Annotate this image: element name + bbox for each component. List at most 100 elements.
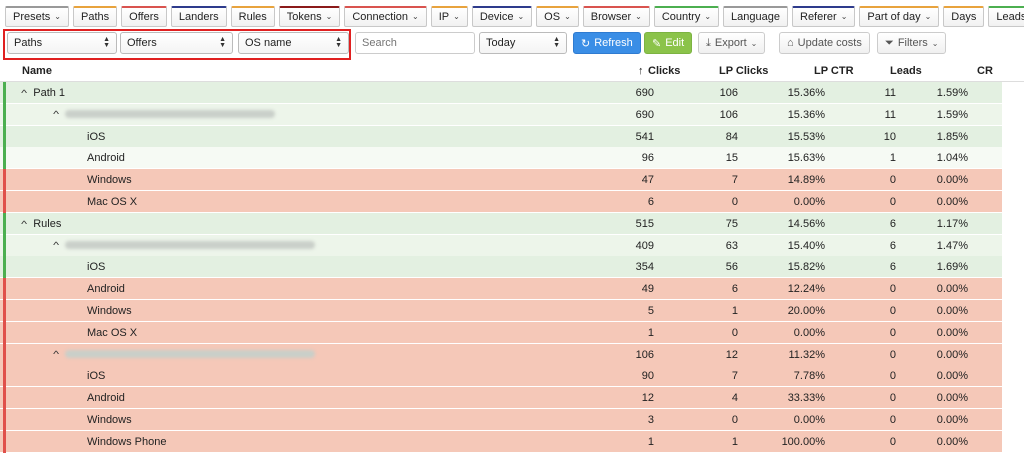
table-row[interactable]: Mac OS X 1 0 0.00% 0 0.00% xyxy=(0,321,1002,344)
cell-lp-ctr: 15.82% xyxy=(787,261,825,274)
row-name-text: Windows Phone xyxy=(87,435,167,448)
table-row[interactable]: Mac OS X 6 0 0.00% 0 0.00% xyxy=(0,191,1002,213)
cell-cr: 1.04% xyxy=(936,152,968,165)
tab-label: Browser xyxy=(590,10,632,23)
cell-clicks: 90 xyxy=(641,370,654,383)
table-row[interactable]: ^ 409 63 15.40% 6 1.47% xyxy=(0,234,1002,257)
table-row[interactable]: iOS 354 56 15.82% 6 1.69% xyxy=(0,256,1002,279)
collapse-chevron-icon[interactable]: ^ xyxy=(53,240,59,250)
pencil-icon: ✎ xyxy=(652,37,662,50)
cell-leads: 6 xyxy=(889,217,896,230)
tab-tokens[interactable]: Tokens ⌄ xyxy=(278,5,341,27)
row-name-text: Mac OS X xyxy=(87,326,138,339)
cell-lp-clicks: 56 xyxy=(725,261,738,274)
tab-rules[interactable]: Rules xyxy=(230,5,275,27)
table-row[interactable]: Windows 47 7 14.89% 0 0.00% xyxy=(0,169,1002,192)
cell-lp-clicks: 106 xyxy=(719,108,738,121)
tab-label: Tokens xyxy=(286,10,322,23)
row-status-bar xyxy=(3,365,6,388)
table-row[interactable]: Windows 5 1 20.00% 0 0.00% xyxy=(0,300,1002,322)
filters-button[interactable]: ⏷ Filters ⌄ xyxy=(877,32,947,54)
table-row[interactable]: ^ Path 1 690 106 15.36% 11 1.59% xyxy=(0,82,1002,104)
update-costs-button[interactable]: ⌂ Update costs xyxy=(779,32,870,54)
table-row[interactable]: ^ 106 12 11.32% 0 0.00% xyxy=(0,343,1002,366)
table-row[interactable]: Windows Phone 1 1 100.00% 0 0.00% xyxy=(0,430,1002,453)
row-name: Mac OS X xyxy=(87,327,137,339)
tab-country[interactable]: Country ⌄ xyxy=(653,5,720,27)
cell-cr: 0.00% xyxy=(936,196,968,208)
cell-cr: 1.85% xyxy=(936,130,968,143)
cell-leads: 0 xyxy=(889,305,896,317)
cell-lp-ctr: 15.36% xyxy=(787,108,825,121)
search-input[interactable] xyxy=(355,32,475,54)
tab-part-of-day[interactable]: Part of day ⌄ xyxy=(859,5,940,27)
column-header-lp-clicks[interactable]: LP Clicks xyxy=(719,65,768,77)
tab-days[interactable]: Days xyxy=(943,5,985,27)
column-header-cr[interactable]: CR xyxy=(977,65,993,77)
tab-leads[interactable]: Leads xyxy=(988,5,1024,27)
chevron-down-icon: ⌄ xyxy=(453,12,460,21)
cell-clicks: 515 xyxy=(635,217,654,230)
tab-device[interactable]: Device ⌄ xyxy=(471,5,533,27)
table-row[interactable]: ^ Rules 515 75 14.56% 6 1.17% xyxy=(0,212,1002,235)
chevron-down-icon: ⌄ xyxy=(704,12,712,21)
column-header-lp-ctr[interactable]: LP CTR xyxy=(814,65,854,77)
table-row[interactable]: Android 12 4 33.33% 0 0.00% xyxy=(0,387,1002,410)
tab-ip[interactable]: IP ⌄ xyxy=(430,5,468,27)
collapse-chevron-icon[interactable]: ^ xyxy=(53,109,59,119)
row-name: Android xyxy=(87,392,125,404)
refresh-button[interactable]: ↻ Refresh xyxy=(573,32,641,54)
cell-lp-clicks: 4 xyxy=(731,392,738,405)
table-row[interactable]: Android 96 15 15.63% 1 1.04% xyxy=(0,147,1002,170)
cell-lp-clicks: 63 xyxy=(725,239,738,252)
collapse-chevron-icon[interactable]: ^ xyxy=(21,88,27,98)
collapse-chevron-icon[interactable]: ^ xyxy=(53,349,59,359)
cell-leads: 0 xyxy=(889,196,896,208)
row-status-bar xyxy=(3,343,6,366)
tab-connection[interactable]: Connection ⌄ xyxy=(344,5,427,27)
tab-label: OS xyxy=(544,10,561,23)
cell-cr: 0.00% xyxy=(936,348,968,361)
cell-lp-clicks: 75 xyxy=(725,217,738,230)
tab-paths[interactable]: Paths xyxy=(73,5,118,27)
cell-cr: 1.17% xyxy=(936,217,968,230)
edit-button[interactable]: ✎ Edit xyxy=(644,32,693,54)
cell-clicks: 12 xyxy=(641,392,654,405)
table-row[interactable]: iOS 541 84 15.53% 10 1.85% xyxy=(0,125,1002,148)
table-row[interactable]: Windows 3 0 0.00% 0 0.00% xyxy=(0,409,1002,431)
cell-leads: 0 xyxy=(889,326,896,339)
tab-landers[interactable]: Landers xyxy=(170,5,227,27)
date-range-select[interactable]: Today ▲ ▼ xyxy=(479,32,567,54)
cell-clicks: 409 xyxy=(635,239,654,252)
export-button[interactable]: ⤓ Export ⌄ xyxy=(698,32,766,54)
tab-label: Referer xyxy=(800,10,837,23)
cell-leads: 0 xyxy=(889,348,896,361)
redacted-name xyxy=(65,240,316,249)
tab-language[interactable]: Language xyxy=(723,5,788,27)
tab-os[interactable]: OS ⌄ xyxy=(536,5,579,27)
table-row[interactable]: ^ 690 106 15.36% 11 1.59% xyxy=(0,103,1002,126)
tab-referer[interactable]: Referer ⌄ xyxy=(792,5,856,27)
cell-lp-clicks: 7 xyxy=(731,174,738,187)
cell-leads: 10 xyxy=(883,130,896,143)
row-name: ^ Path 1 xyxy=(21,87,65,99)
chevron-down-icon: ⌄ xyxy=(750,38,758,48)
chevron-down-icon: ⌄ xyxy=(840,12,848,21)
row-status-bar xyxy=(3,430,6,453)
column-header-leads[interactable]: Leads xyxy=(890,65,922,77)
tab-presets[interactable]: Presets ⌄ xyxy=(5,5,69,27)
cell-lp-ctr: 0.00% xyxy=(793,414,825,426)
tab-offers[interactable]: Offers xyxy=(121,5,167,27)
column-header-clicks[interactable]: Clicks xyxy=(648,65,680,77)
column-header-name[interactable]: Name xyxy=(22,65,52,77)
table-row[interactable]: Android 49 6 12.24% 0 0.00% xyxy=(0,278,1002,301)
cell-clicks: 3 xyxy=(647,414,654,426)
collapse-chevron-icon[interactable]: ^ xyxy=(21,219,27,229)
tab-browser[interactable]: Browser ⌄ xyxy=(582,5,650,27)
row-name: Windows xyxy=(87,414,132,426)
table-row[interactable]: iOS 90 7 7.78% 0 0.00% xyxy=(0,365,1002,388)
cell-cr: 0.00% xyxy=(936,370,968,383)
cell-lp-clicks: 1 xyxy=(731,305,738,317)
cell-clicks: 106 xyxy=(635,348,654,361)
cell-leads: 0 xyxy=(889,370,896,383)
